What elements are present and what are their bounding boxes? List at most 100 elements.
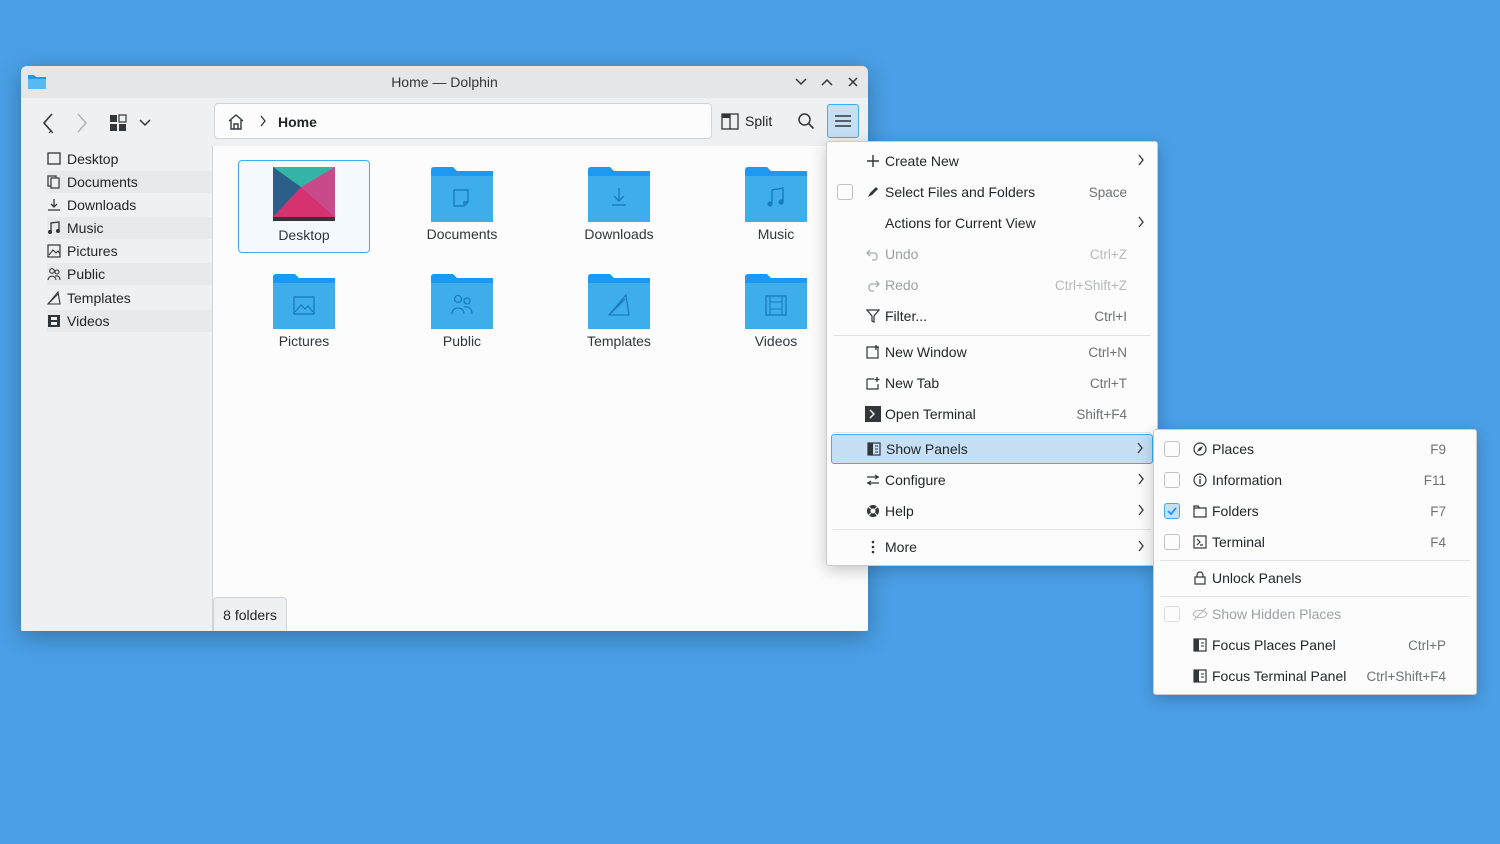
folders-checkbox[interactable]: [1164, 503, 1180, 519]
file-label: Templates: [587, 333, 651, 349]
view-mode-dropdown[interactable]: [135, 110, 155, 136]
new-tab-icon: [865, 375, 881, 391]
forward-button[interactable]: [69, 110, 95, 136]
chevron-right-icon: [1137, 215, 1145, 231]
menu-item-new-window[interactable]: New Window Ctrl+N: [831, 337, 1153, 367]
menu-item-undo[interactable]: Undo Ctrl+Z: [831, 239, 1153, 269]
sidebar-item-documents[interactable]: Documents: [47, 171, 212, 193]
select-files-checkbox[interactable]: [837, 184, 853, 200]
file-item-public[interactable]: Public: [396, 273, 528, 349]
music-folder-icon: [745, 167, 807, 222]
file-label: Public: [442, 333, 482, 349]
file-item-music[interactable]: Music: [710, 166, 842, 242]
panel-item-folders[interactable]: Folders F7: [1158, 496, 1472, 526]
breadcrumb-current[interactable]: Home: [278, 114, 317, 130]
main-menu: Create New Select Files and Folders Spac…: [826, 141, 1158, 566]
desktop-icon: [47, 152, 61, 165]
back-button[interactable]: [35, 110, 61, 136]
sidebar-item-pictures[interactable]: Pictures: [47, 240, 212, 262]
sidebar-item-public[interactable]: Public: [47, 263, 212, 285]
plus-icon: [865, 153, 881, 169]
chevron-down-icon: [795, 78, 807, 86]
sidebar-item-music[interactable]: Music: [47, 217, 212, 239]
menu-item-more[interactable]: More: [831, 532, 1153, 562]
redo-icon: [865, 277, 881, 293]
arrow-right-icon: [77, 113, 88, 133]
folders-panel: Desktop Documents Downloads Music Pictur…: [21, 146, 213, 631]
file-item-documents[interactable]: Documents: [396, 166, 528, 242]
downloads-icon: [48, 199, 60, 211]
sidebar-item-downloads[interactable]: Downloads: [47, 194, 212, 216]
panel-item-show-hidden-places[interactable]: Show Hidden Places: [1158, 599, 1472, 629]
menu-separator: [833, 529, 1151, 530]
menu-item-select-files[interactable]: Select Files and Folders Space: [831, 177, 1153, 207]
panel-item-unlock-panels[interactable]: Unlock Panels: [1158, 563, 1472, 593]
menu-item-redo[interactable]: Redo Ctrl+Shift+Z: [831, 270, 1153, 300]
file-item-templates[interactable]: Templates: [553, 273, 685, 349]
panel-item-focus-places[interactable]: Focus Places Panel Ctrl+P: [1158, 630, 1472, 660]
terminal-checkbox[interactable]: [1164, 534, 1180, 550]
menu-item-actions-current-view[interactable]: Actions for Current View: [831, 208, 1153, 238]
menu-separator: [833, 432, 1151, 433]
panel-item-focus-terminal[interactable]: Focus Terminal Panel Ctrl+Shift+F4: [1158, 661, 1472, 691]
templates-folder-icon: [588, 274, 650, 329]
configure-icon: [865, 472, 881, 488]
lock-icon: [1192, 570, 1208, 586]
sidebar-item-videos[interactable]: Videos: [47, 310, 212, 332]
sidebar-item-desktop[interactable]: Desktop: [47, 148, 212, 170]
hamburger-menu-button[interactable]: [827, 104, 859, 138]
panel-item-information[interactable]: Information F11: [1158, 465, 1472, 495]
menu-item-filter[interactable]: Filter... Ctrl+I: [831, 301, 1153, 331]
videos-folder-icon: [745, 274, 807, 329]
documents-folder-icon: [431, 167, 493, 222]
file-label: Music: [757, 226, 795, 242]
chevron-right-icon: [260, 115, 266, 127]
file-item-desktop[interactable]: Desktop: [238, 160, 370, 253]
file-item-pictures[interactable]: Pictures: [238, 273, 370, 349]
file-label: Downloads: [584, 226, 654, 242]
new-window-icon: [865, 344, 881, 360]
home-icon[interactable]: [227, 113, 245, 130]
documents-icon: [47, 175, 60, 189]
file-view[interactable]: Desktop Documents Downloads Music Pictur…: [213, 146, 868, 631]
chevron-up-icon: [821, 78, 833, 86]
pictures-icon: [47, 244, 61, 258]
terminal-icon: [1192, 534, 1208, 550]
view-mode-button[interactable]: [105, 110, 131, 136]
information-checkbox[interactable]: [1164, 472, 1180, 488]
chevron-right-icon: [1137, 539, 1145, 555]
undo-icon: [865, 246, 881, 262]
places-checkbox[interactable]: [1164, 441, 1180, 457]
location-bar[interactable]: Home: [214, 103, 712, 139]
split-button[interactable]: Split: [721, 104, 772, 138]
menu-item-show-panels[interactable]: Show Panels: [831, 434, 1153, 464]
dolphin-window: Home — Dolphin Home Split Desktop Docume…: [21, 66, 868, 631]
file-item-downloads[interactable]: Downloads: [553, 166, 685, 242]
chevron-right-icon: [1136, 441, 1144, 457]
more-dots-icon: [865, 539, 881, 555]
menu-item-open-terminal[interactable]: Open Terminal Shift+F4: [831, 399, 1153, 429]
close-button[interactable]: [843, 72, 863, 92]
chevron-right-icon: [1137, 472, 1145, 488]
menu-item-configure[interactable]: Configure: [831, 465, 1153, 495]
select-pen-icon: [865, 184, 881, 200]
status-bar-label: 8 folders: [213, 597, 287, 631]
arrow-left-icon: [42, 113, 54, 134]
panels-icon: [866, 441, 882, 457]
title-bar[interactable]: Home — Dolphin: [21, 66, 868, 98]
file-item-videos[interactable]: Videos: [710, 273, 842, 349]
search-button[interactable]: [793, 108, 819, 134]
panel-item-terminal[interactable]: Terminal F4: [1158, 527, 1472, 557]
menu-item-create-new[interactable]: Create New: [831, 146, 1153, 176]
menu-item-new-tab[interactable]: New Tab Ctrl+T: [831, 368, 1153, 398]
hamburger-icon: [835, 115, 851, 127]
menu-item-help[interactable]: Help: [831, 496, 1153, 526]
panel-item-places[interactable]: Places F9: [1158, 434, 1472, 464]
videos-icon: [48, 315, 60, 327]
places-compass-icon: [1192, 441, 1208, 457]
maximize-button[interactable]: [817, 72, 837, 92]
minimize-button[interactable]: [791, 72, 811, 92]
show-hidden-places-checkbox[interactable]: [1164, 606, 1180, 622]
file-label: Videos: [754, 333, 798, 349]
sidebar-item-templates[interactable]: Templates: [47, 287, 212, 309]
